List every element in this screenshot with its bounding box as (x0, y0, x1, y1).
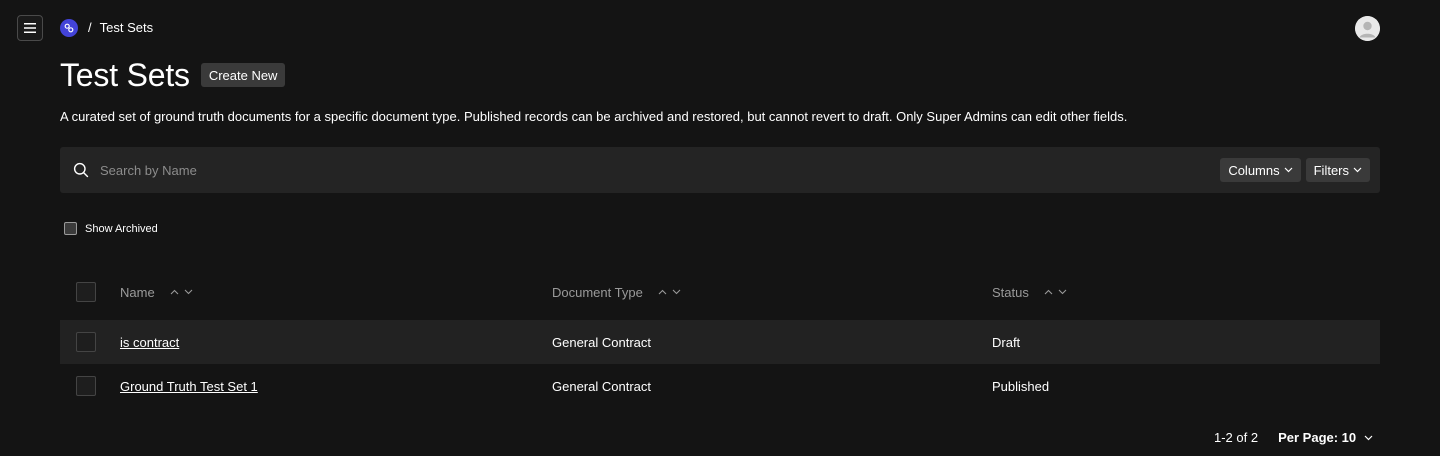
search-toolbar: Columns Filters (60, 147, 1380, 193)
sort-desc-icon[interactable] (672, 289, 681, 295)
test-set-link[interactable]: Ground Truth Test Set 1 (120, 379, 258, 394)
sort-asc-icon[interactable] (170, 289, 179, 295)
status-cell: Published (992, 378, 1050, 394)
document-type-cell: General Contract (552, 334, 651, 350)
row-checkbox[interactable] (76, 376, 96, 396)
column-header-name: Name (120, 285, 193, 300)
select-all-checkbox[interactable] (76, 282, 96, 302)
document-type-cell: General Contract (552, 378, 651, 394)
column-header-document-type: Document Type (552, 285, 681, 300)
table-row: is contract General Contract Draft (60, 320, 1380, 364)
test-set-link[interactable]: is contract (120, 335, 179, 350)
breadcrumb-separator: / (88, 20, 92, 35)
column-header-label: Status (992, 284, 1029, 300)
chevron-down-icon (1364, 435, 1373, 440)
menu-button[interactable] (17, 15, 43, 41)
show-archived-toggle[interactable]: Show Archived (64, 222, 158, 235)
search-input[interactable] (100, 162, 900, 178)
page-description: A curated set of ground truth documents … (60, 109, 1128, 124)
per-page-select[interactable]: Per Page: 10 (1278, 430, 1373, 445)
sort-desc-icon[interactable] (184, 289, 193, 295)
status-cell: Draft (992, 334, 1021, 350)
page-title: Test Sets (60, 56, 190, 93)
sort-asc-icon[interactable] (658, 289, 667, 295)
filters-button[interactable]: Filters (1305, 158, 1370, 182)
filters-label: Filters (1313, 162, 1349, 178)
table-header-row: Name Document Type Status (60, 270, 1380, 314)
column-header-label: Document Type (552, 284, 643, 300)
per-page-label: Per Page: 10 (1278, 430, 1357, 445)
show-archived-label: Show Archived (85, 222, 158, 235)
breadcrumb: / Test Sets (60, 18, 153, 37)
search-icon (73, 162, 89, 178)
name-cell: Ground Truth Test Set 1 (120, 379, 258, 394)
columns-button[interactable]: Columns (1220, 158, 1301, 182)
menu-icon (24, 23, 36, 33)
breadcrumb-current: Test Sets (99, 20, 154, 35)
pagination-range: 1-2 of 2 (1214, 430, 1259, 445)
chevron-down-icon (1353, 167, 1362, 173)
show-archived-checkbox[interactable] (64, 222, 77, 235)
columns-label: Columns (1228, 162, 1280, 178)
chevron-down-icon (1284, 167, 1293, 173)
table-row: Ground Truth Test Set 1 General Contract… (60, 364, 1380, 408)
column-header-label: Name (120, 284, 155, 300)
row-checkbox[interactable] (76, 332, 96, 352)
sort-desc-icon[interactable] (1058, 289, 1067, 295)
name-cell: is contract (120, 335, 179, 350)
logo-icon[interactable] (60, 18, 78, 37)
create-new-button[interactable]: Create New (200, 63, 286, 87)
sort-asc-icon[interactable] (1044, 289, 1053, 295)
column-header-status: Status (992, 285, 1067, 300)
pagination: 1-2 of 2 Per Page: 10 (1214, 430, 1373, 445)
user-avatar[interactable] (1355, 16, 1380, 41)
user-avatar-icon (1355, 16, 1380, 41)
title-row: Test Sets Create New (60, 56, 286, 94)
test-sets-table: Name Document Type Status is contract Ge… (60, 270, 1380, 408)
